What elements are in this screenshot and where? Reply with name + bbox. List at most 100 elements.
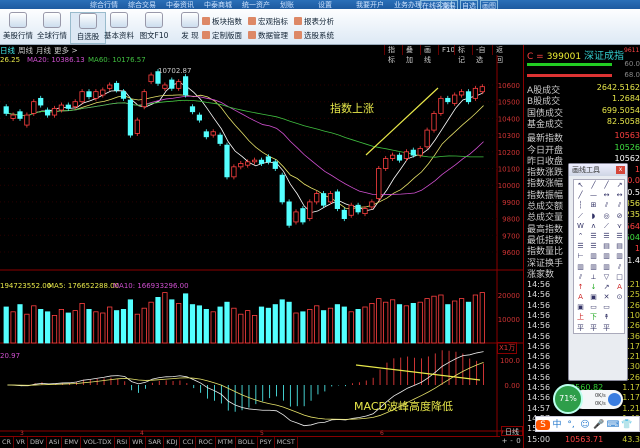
drawing-tool-icon[interactable]: ╱ <box>574 190 587 200</box>
indicator-tab[interactable]: MTM <box>216 437 236 448</box>
indicator-tab[interactable]: ROC <box>196 437 216 448</box>
drawing-tool-icon[interactable]: □ <box>613 272 626 282</box>
drawing-tool-icon[interactable]: ☰ <box>587 241 600 251</box>
drawing-tool-icon[interactable]: ↓ <box>587 282 600 292</box>
drawing-tool-icon[interactable]: ▤ <box>613 241 626 251</box>
drawing-tool-icon[interactable]: ⫽ <box>600 200 613 210</box>
menu-1[interactable]: 综合交易 <box>128 0 156 9</box>
drawing-tool-icon[interactable]: ╱ <box>600 180 613 190</box>
drawing-tool-icon[interactable]: ▥ <box>613 251 626 261</box>
drawing-tool-icon[interactable]: W <box>574 221 587 231</box>
toolbar-small-button[interactable]: 选股系统 <box>294 30 334 41</box>
drawing-tool-icon[interactable]: ▥ <box>600 262 613 272</box>
ime-icon[interactable]: 👕 <box>620 420 634 430</box>
toolbar-button[interactable]: 基本资料 <box>101 12 137 44</box>
drawing-tool-icon[interactable]: ⫽ <box>574 272 587 282</box>
chart-button[interactable]: 画线 <box>420 45 438 64</box>
drawing-tool-icon[interactable]: ╱ <box>587 180 600 190</box>
ime-icon[interactable]: ☺ <box>578 420 592 430</box>
drawing-tool-icon[interactable]: ▣ <box>587 292 600 302</box>
indicator-tab[interactable]: EMV <box>62 437 82 448</box>
drawing-tool-icon[interactable] <box>613 323 626 333</box>
drawing-tool-icon[interactable]: ◗ <box>587 211 600 221</box>
drawing-tool-icon[interactable]: ⫽ <box>613 200 626 210</box>
chart-button[interactable]: 指标 <box>384 45 402 64</box>
drawing-tool-icon[interactable]: ⊞ <box>587 200 600 210</box>
boost-icon[interactable] <box>608 393 621 406</box>
indicator-tab[interactable]: PSY <box>258 437 275 448</box>
drawing-tool-icon[interactable]: ʌ <box>587 221 600 231</box>
drawing-tool-icon[interactable]: ↟ <box>600 312 613 322</box>
kline-chart[interactable]: 10600 10500 10400 10300 10200 10100 10000 9900 9… <box>0 55 523 436</box>
drawing-tool-icon[interactable]: ┆ <box>574 200 587 210</box>
indicator-tab[interactable]: CR <box>0 437 15 448</box>
zoom-button[interactable]: 0 <box>515 437 522 445</box>
close-button[interactable]: x <box>616 166 625 174</box>
drawing-tool-icon[interactable]: ↗ <box>613 180 626 190</box>
drawing-tool-icon[interactable]: ⋎ <box>613 221 626 231</box>
indicator-tab[interactable]: VR <box>14 437 29 448</box>
drawing-tool-icon[interactable]: A <box>613 282 626 292</box>
toolbar-button[interactable]: 全球行情 <box>34 12 70 44</box>
drawing-tool-icon[interactable]: ⟂ <box>587 272 600 282</box>
indicator-tab[interactable]: VOL-TDX <box>81 437 115 448</box>
drawing-tool-icon[interactable]: ☰ <box>587 231 600 241</box>
drawing-tool-icon[interactable]: 平 <box>574 323 587 333</box>
ime-icon[interactable]: 🎤 <box>592 420 606 430</box>
chart-button[interactable]: 返回 <box>492 45 510 64</box>
drawing-tool-icon[interactable]: ▽ <box>600 272 613 282</box>
drawing-tool-icon[interactable]: ↔ <box>600 190 613 200</box>
indicator-tab[interactable]: KDJ <box>164 437 181 448</box>
menu-8[interactable]: 业务办理 <box>394 0 422 9</box>
menu-4[interactable]: 统一资产 <box>242 0 270 9</box>
chart-button[interactable]: F10 <box>438 45 455 55</box>
drawing-tool-icon[interactable]: 平 <box>587 323 600 333</box>
ime-icon[interactable]: ⌨ <box>606 420 620 430</box>
menu-7[interactable]: 我要开户 <box>356 0 384 9</box>
drawing-tool-icon[interactable]: ▭ <box>587 302 600 312</box>
quick-3[interactable]: 画图 <box>480 0 498 9</box>
indicator-tab[interactable]: ASI <box>47 437 63 448</box>
indicator-tab[interactable]: WR <box>130 437 147 448</box>
drawing-tool-icon[interactable]: ▭ <box>600 302 613 312</box>
zoom-button[interactable]: + <box>501 437 508 445</box>
toolbar-small-button[interactable]: 板块指数 <box>202 16 242 27</box>
indicator-tab[interactable]: BOLL <box>236 437 258 448</box>
drawing-tool-icon[interactable]: ▥ <box>574 262 587 272</box>
drawing-tool-icon[interactable]: 平 <box>600 323 613 333</box>
drawing-tool-icon[interactable]: ▤ <box>600 241 613 251</box>
network-speed-widget[interactable]: 0K/s 0K/s 71% <box>553 384 623 415</box>
drawing-tool-icon[interactable] <box>613 312 626 322</box>
drawing-tool-icon[interactable]: ✕ <box>600 292 613 302</box>
ime-icon[interactable]: 中 <box>550 417 564 430</box>
chart-button[interactable]: 标记 <box>454 45 472 64</box>
drawing-tool-icon[interactable]: ☰ <box>600 231 613 241</box>
drawing-tool-icon[interactable]: ⟋ <box>574 211 587 221</box>
drawing-tool-icon[interactable]: ⌃ <box>574 231 587 241</box>
indicator-tab[interactable]: SAR <box>146 437 165 448</box>
drawing-tool-icon[interactable]: ⟋ <box>600 221 613 231</box>
drawing-tool-icon[interactable]: ⊙ <box>613 292 626 302</box>
indicator-tab[interactable]: CCI <box>180 437 197 448</box>
drawing-tool-icon[interactable]: ◎ <box>600 211 613 221</box>
toolbar-button[interactable]: 图文F10 <box>136 12 172 44</box>
drawing-tool-icon[interactable] <box>613 302 626 312</box>
toolbar-small-button[interactable]: 报表分析 <box>294 16 334 27</box>
drawing-tool-icon[interactable]: A <box>574 292 587 302</box>
drawing-tool-icon[interactable]: ⫽ <box>613 262 626 272</box>
ime-icon[interactable]: °, <box>564 420 578 430</box>
drawing-tool-icon[interactable]: ⊘ <box>613 211 626 221</box>
drawing-tool-icon[interactable]: ▥ <box>587 251 600 261</box>
indicator-tab[interactable]: MCST <box>275 437 298 448</box>
drawing-tool-icon[interactable]: ↑ <box>574 282 587 292</box>
drawing-tool-icon[interactable]: ↔ <box>613 190 626 200</box>
menu-6[interactable]: 设置 <box>318 0 332 9</box>
drawing-tool-icon[interactable]: ▥ <box>587 262 600 272</box>
toolbar-small-button[interactable]: 定制版面 <box>202 30 242 41</box>
drawing-tool-icon[interactable]: 上 <box>574 312 587 322</box>
quick-1[interactable]: 交易 <box>440 0 458 9</box>
drawing-tool-icon[interactable]: 下 <box>587 312 600 322</box>
ime-icon[interactable]: S <box>536 420 550 430</box>
drawing-tool-icon[interactable]: — <box>587 190 600 200</box>
menu-3[interactable]: 中泰商城 <box>204 0 232 9</box>
